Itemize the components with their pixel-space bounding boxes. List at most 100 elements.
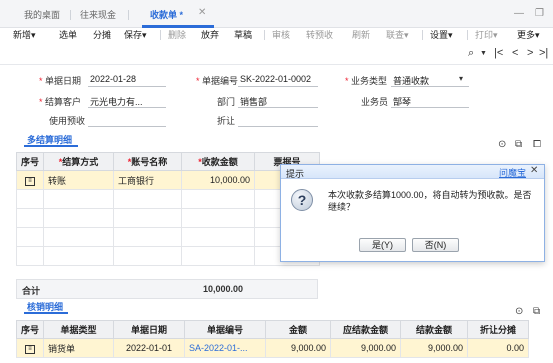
col-header: 序号 — [16, 152, 44, 171]
underline — [391, 107, 469, 108]
confirm-dialog: 提示 问魔宝 ✕ ? 本次收款多结算1000.00，将自动转为预收款。是否继续？… — [280, 164, 545, 262]
toolbar-separator — [160, 30, 161, 40]
query-button[interactable]: 联查▾ — [386, 28, 409, 41]
first-record-icon[interactable]: |< — [494, 47, 503, 59]
dialog-header: 提示 问魔宝 ✕ — [281, 165, 544, 179]
to-prepay-button[interactable]: 转预收 — [306, 28, 333, 41]
last-record-icon[interactable]: >| — [539, 47, 548, 59]
close-icon[interactable]: ✕ — [530, 165, 538, 176]
dialog-help-link[interactable]: 问魔宝 — [499, 166, 526, 179]
toolbar-separator — [264, 30, 265, 40]
table-row[interactable]: ≡ 销货单 2022-01-01 SA-2022-01-... 9,000.00… — [16, 338, 529, 358]
amount-cell[interactable]: 10,000.00 — [181, 170, 255, 190]
table-header-row: 序号 *结算方式 *账号名称 *收款金额 票据号 — [16, 152, 320, 171]
col-header: 单据类型 — [43, 320, 114, 339]
search-icon[interactable]: ⌕ — [468, 47, 474, 60]
tab-bar: 我的桌面 往来现金 收款单 * ✕ — ❐ — [0, 0, 553, 28]
settings-button[interactable]: 设置▾ — [430, 28, 453, 41]
row-edit-cell[interactable]: ≡ — [16, 170, 44, 190]
amount-cell[interactable]: 9,000.00 — [265, 338, 331, 358]
tab-separator — [128, 10, 129, 20]
chevron-down-icon: ▾ — [535, 30, 540, 40]
bill-no-label: * 单据编号 — [196, 76, 239, 86]
account-cell[interactable]: 工商银行 — [113, 170, 182, 190]
next-record-icon[interactable]: > — [527, 47, 533, 59]
dialog-message: 本次收款多结算1000.00，将自动转为预收款。是否继续？ — [328, 190, 532, 212]
paste-row-icon[interactable]: ⧠ — [533, 139, 541, 150]
table-row[interactable] — [16, 189, 320, 209]
col-header: *账号名称 — [113, 152, 182, 171]
underline — [391, 86, 469, 87]
restore-icon[interactable]: ❐ — [535, 8, 544, 19]
underline — [88, 107, 166, 108]
toolbar: 新增▾ 选单 分摊 保存▾ 删除 放弃 草稿 审核 转预收 刷新 联查▾ 设置▾… — [0, 28, 553, 42]
bill-date-field[interactable]: 2022-01-28 — [90, 74, 136, 84]
bill-date-cell[interactable]: 2022-01-01 — [113, 338, 185, 358]
table-header-row: 序号 单据类型 单据日期 单据编号 金额 应结款金额 结款金额 折让分摊 — [16, 320, 529, 339]
table-row[interactable] — [16, 208, 320, 228]
bill-no-field[interactable]: SK-2022-01-0002 — [240, 74, 311, 84]
section-underline — [24, 312, 68, 314]
row-edit-cell[interactable]: ≡ — [16, 338, 44, 358]
location-pin-icon[interactable]: ⊙ — [515, 306, 523, 317]
tab-close-icon[interactable]: ✕ — [198, 7, 206, 18]
dept-label: 部门 — [217, 97, 236, 107]
more-button[interactable]: 更多▾ — [517, 28, 540, 41]
chevron-down-icon: ▾ — [404, 30, 409, 40]
bill-no-link[interactable]: SA-2022-01-... — [184, 338, 266, 358]
col-header: 序号 — [16, 320, 44, 339]
select-bill-button[interactable]: 选单 — [59, 28, 77, 41]
no-button[interactable]: 否(N) — [412, 238, 459, 252]
allocate-button[interactable]: 分摊 — [93, 28, 111, 41]
settle-table: 序号 *结算方式 *账号名称 *收款金额 票据号 ≡ 转账 工商银行 10,00… — [16, 152, 320, 266]
bill-type-cell[interactable]: 销货单 — [43, 338, 114, 358]
chevron-down-icon: ▾ — [448, 30, 453, 40]
total-label: 合计 — [22, 286, 41, 296]
yes-button[interactable]: 是(Y) — [359, 238, 406, 252]
location-pin-icon[interactable]: ⊙ — [498, 139, 506, 150]
question-icon: ? — [291, 189, 313, 211]
copy-row-icon[interactable]: ⧉ — [533, 306, 540, 317]
chevron-down-icon[interactable]: ▼ — [480, 50, 487, 57]
previous-record-icon[interactable]: < — [512, 47, 518, 59]
due-amount-cell[interactable]: 9,000.00 — [330, 338, 401, 358]
audit-button[interactable]: 审核 — [272, 28, 290, 41]
refresh-button[interactable]: 刷新 — [352, 28, 370, 41]
row-edit-icon[interactable]: ≡ — [25, 345, 35, 354]
new-button[interactable]: 新增▾ — [13, 28, 36, 41]
print-button[interactable]: 打印▾ — [475, 28, 498, 41]
settle-method-cell[interactable]: 转账 — [43, 170, 114, 190]
minimize-icon[interactable]: — — [514, 8, 524, 19]
tab-receipt[interactable]: 收款单 * — [150, 8, 183, 21]
row-edit-icon[interactable]: ≡ — [25, 177, 35, 186]
draft-button[interactable]: 草稿 — [234, 28, 252, 41]
col-header: 应结款金额 — [330, 320, 401, 339]
discount-label: 折让 — [217, 116, 236, 126]
tab-my-desktop[interactable]: 我的桌面 — [24, 8, 60, 21]
dialog-title: 提示 — [286, 169, 305, 179]
col-header: 结款金额 — [400, 320, 468, 339]
chevron-down-icon: ▾ — [31, 30, 36, 40]
customer-label: * 结算客户 — [39, 97, 82, 107]
col-header: 单据日期 — [113, 320, 185, 339]
save-button[interactable]: 保存▾ — [124, 28, 147, 41]
toolbar-separator — [467, 30, 468, 40]
settled-amount-cell[interactable]: 9,000.00 — [400, 338, 468, 358]
table-row[interactable] — [16, 246, 320, 266]
tab-cash[interactable]: 往来现金 — [80, 8, 116, 21]
underline — [238, 86, 318, 87]
biz-type-label: * 业务类型 — [345, 76, 388, 86]
col-header: 金额 — [265, 320, 331, 339]
table-row[interactable]: ≡ 转账 工商银行 10,000.00 — [16, 170, 320, 190]
chevron-down-icon[interactable]: ▾ — [459, 74, 463, 83]
underline — [88, 86, 166, 87]
table-row[interactable] — [16, 227, 320, 247]
copy-row-icon[interactable]: ⧉ — [515, 139, 522, 150]
discard-button[interactable]: 放弃 — [201, 28, 219, 41]
discount-share-cell[interactable]: 0.00 — [467, 338, 529, 358]
discount-field[interactable] — [238, 126, 318, 127]
chevron-down-icon: ▾ — [493, 30, 498, 40]
delete-button[interactable]: 删除 — [168, 28, 186, 41]
prepay-field[interactable] — [88, 126, 166, 127]
divider — [0, 64, 553, 65]
